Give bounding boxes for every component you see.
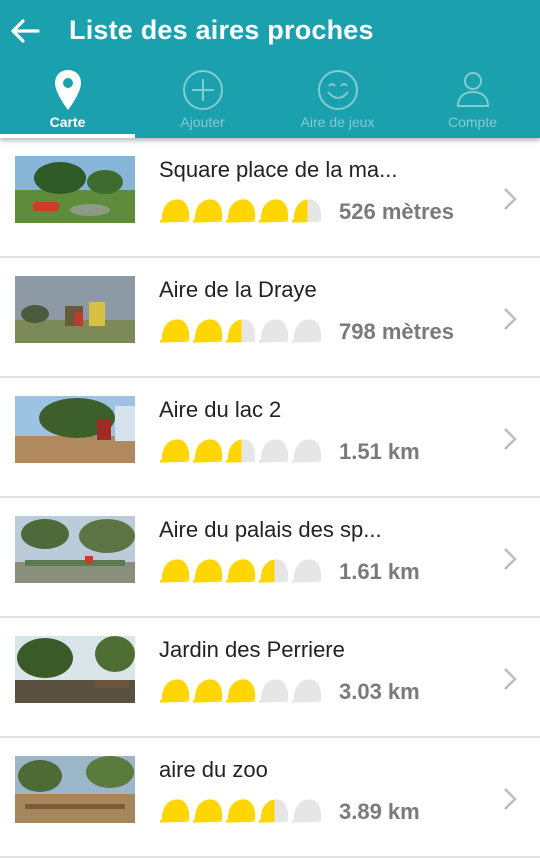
playground-photo <box>15 156 135 223</box>
cap-rating-icon <box>225 439 258 463</box>
cap-rating-icon <box>291 679 324 703</box>
playground-name: Square place de la ma... <box>159 157 398 182</box>
cap-rating-icon <box>291 199 324 223</box>
cap-rating <box>159 195 324 225</box>
cap-rating-icon <box>159 799 192 823</box>
playground-photo <box>15 636 135 703</box>
cap-rating-icon <box>291 799 324 823</box>
playground-photo <box>15 756 135 823</box>
page-title: Liste des aires proches <box>69 15 374 45</box>
playground-name: aire du zoo <box>159 757 268 782</box>
list-item[interactable]: aire du zoo 3.89 km <box>0 738 540 858</box>
cap-rating-icon <box>258 319 291 343</box>
tab-ajouter[interactable]: Ajouter <box>135 66 270 138</box>
list-item[interactable]: Aire du lac 2 1.51 km <box>0 378 540 498</box>
tab-label: Aire de jeux <box>300 114 375 130</box>
tab-label: Ajouter <box>180 114 225 130</box>
cap-rating-icon <box>159 199 192 223</box>
active-tab-indicator <box>0 134 135 138</box>
cap-rating <box>159 795 324 825</box>
cap-rating-icon <box>258 439 291 463</box>
list-item[interactable]: Aire de la Draye 798 mètres <box>0 258 540 378</box>
cap-rating-icon <box>192 439 225 463</box>
list-item[interactable]: Jardin des Perriere 3.03 km <box>0 618 540 738</box>
cap-rating-icon <box>192 319 225 343</box>
distance-label: 1.61 km <box>339 559 420 584</box>
tab-aire-de-jeux[interactable]: Aire de jeux <box>270 66 405 138</box>
distance-label: 798 mètres <box>339 319 454 344</box>
distance-label: 1.51 km <box>339 439 420 464</box>
chevron-right-icon <box>504 428 517 450</box>
cap-rating <box>159 555 324 585</box>
chevron-right-icon <box>504 188 517 210</box>
playground-name: Jardin des Perriere <box>159 637 345 662</box>
playground-name: Aire du palais des sp... <box>159 517 382 542</box>
chevron-right-icon <box>504 308 517 330</box>
cap-rating-icon <box>291 319 324 343</box>
cap-rating <box>159 675 324 705</box>
cap-rating-icon <box>159 679 192 703</box>
chevron-right-icon <box>504 788 517 810</box>
plus-circle-icon <box>182 70 223 110</box>
playground-name: Aire de la Draye <box>159 277 317 302</box>
cap-rating-icon <box>291 559 324 583</box>
cap-rating-icon <box>192 679 225 703</box>
chevron-right-icon <box>504 548 517 570</box>
cap-rating <box>159 315 324 345</box>
cap-rating-icon <box>225 319 258 343</box>
map-pin-icon <box>54 70 81 110</box>
distance-label: 3.03 km <box>339 679 420 704</box>
cap-rating <box>159 435 324 465</box>
cap-rating-icon <box>225 679 258 703</box>
tab-compte[interactable]: Compte <box>405 66 540 138</box>
user-icon <box>456 72 489 107</box>
list-item[interactable]: Square place de la ma... 526 mètres <box>0 138 540 258</box>
tab-carte[interactable]: Carte <box>0 66 135 138</box>
playground-photo <box>15 516 135 583</box>
playground-name: Aire du lac 2 <box>159 397 282 422</box>
cap-rating-icon <box>225 799 258 823</box>
playground-photo <box>15 396 135 463</box>
arrow-left-icon[interactable] <box>8 14 42 48</box>
cap-rating-icon <box>159 559 192 583</box>
chevron-right-icon <box>504 668 517 690</box>
cap-rating-icon <box>258 559 291 583</box>
distance-label: 3.89 km <box>339 799 420 824</box>
list-item[interactable]: Aire du palais des sp... 1.61 km <box>0 498 540 618</box>
playground-list: Square place de la ma... 526 mètres Aire d… <box>0 138 540 858</box>
playground-photo <box>15 276 135 343</box>
cap-rating-icon <box>291 439 324 463</box>
app-bar: Liste des aires proches Carte Ajouter Ai… <box>0 0 540 138</box>
cap-rating-icon <box>258 199 291 223</box>
cap-rating-icon <box>159 439 192 463</box>
cap-rating-icon <box>192 799 225 823</box>
cap-rating-icon <box>192 199 225 223</box>
distance-label: 526 mètres <box>339 199 454 224</box>
cap-rating-icon <box>258 679 291 703</box>
cap-rating-icon <box>225 559 258 583</box>
cap-rating-icon <box>225 199 258 223</box>
smiley-icon <box>317 70 358 110</box>
tab-label: Carte <box>49 114 86 130</box>
cap-rating-icon <box>192 559 225 583</box>
tab-bar: Carte Ajouter Aire de jeux Compte <box>0 66 540 138</box>
cap-rating-icon <box>159 319 192 343</box>
cap-rating-icon <box>258 799 291 823</box>
tab-label: Compte <box>447 114 498 130</box>
